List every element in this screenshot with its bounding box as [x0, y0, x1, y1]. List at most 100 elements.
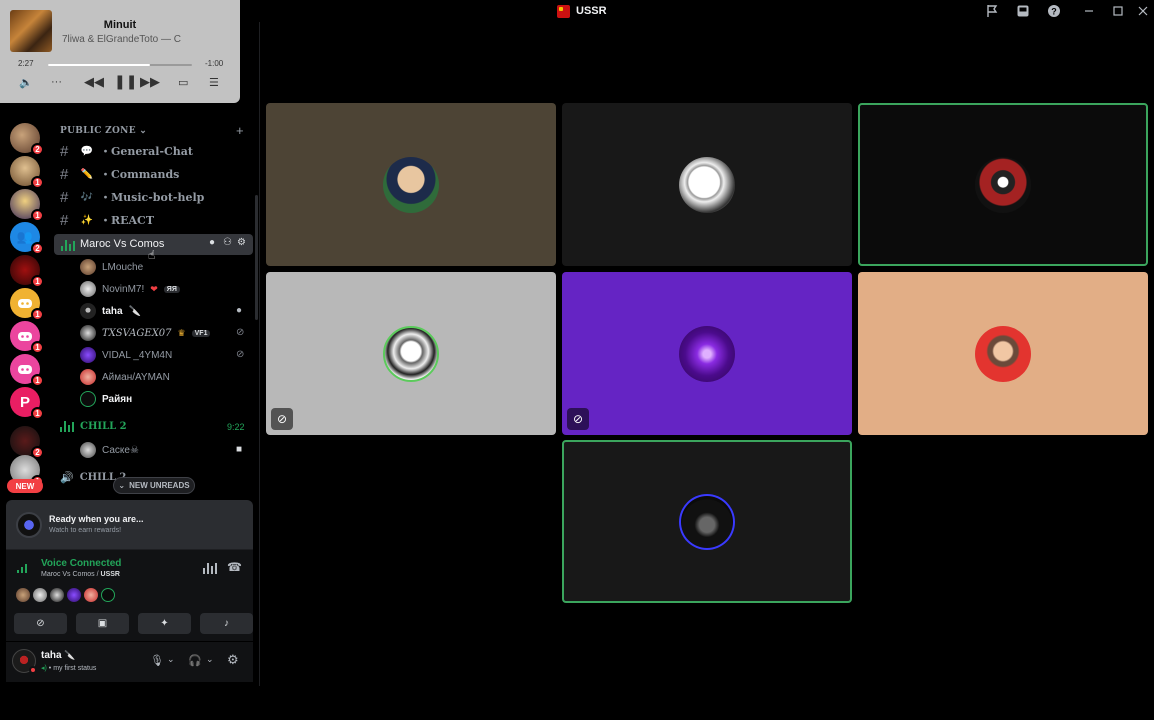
user-name[interactable]: taha 🔪: [41, 650, 76, 661]
channel-name: ・Music-bot-help: [100, 191, 205, 204]
participant-tile[interactable]: [266, 103, 556, 266]
lyrics-icon[interactable]: ▭: [178, 76, 188, 89]
minimize-icon[interactable]: [1081, 3, 1097, 19]
avatar: [80, 347, 96, 363]
inbox-icon[interactable]: [1015, 3, 1031, 19]
server-icon[interactable]: 👥 2: [10, 222, 44, 255]
avatar[interactable]: [50, 588, 64, 602]
participant-tile[interactable]: ⊘: [562, 272, 852, 435]
user-status[interactable]: ◂) • my first status: [41, 664, 96, 672]
chevron-down-icon[interactable]: ⌄: [167, 654, 175, 665]
voice-user[interactable]: taha 🔪: [80, 302, 141, 320]
voice-user[interactable]: Айман/AYMAN: [80, 368, 170, 386]
server-icon[interactable]: 1: [10, 189, 44, 222]
song-artist: 7liwa & ElGrandeToto — C: [62, 34, 181, 45]
new-unreads-button[interactable]: ⌄ NEW UNREADS: [113, 477, 195, 494]
server-icon[interactable]: 1: [10, 156, 44, 189]
voice-status[interactable]: Voice Connected: [41, 558, 121, 569]
soundboard-button[interactable]: ♪: [200, 613, 253, 634]
voice-user[interactable]: Саске☠: [80, 441, 139, 459]
participant-tile[interactable]: [858, 272, 1148, 435]
category-header[interactable]: PUBLIC ZONE ⌄: [60, 126, 147, 136]
avatar: [975, 325, 1031, 382]
queue-icon[interactable]: ☰: [209, 76, 219, 89]
hash-icon: #: [60, 211, 69, 229]
activities-button[interactable]: ✦: [138, 613, 191, 634]
channel-react[interactable]: # ✨ ・REACT: [60, 210, 154, 230]
gear-icon[interactable]: ⚙: [227, 652, 239, 668]
next-icon[interactable]: ▶▶: [140, 74, 160, 90]
add-channel-button[interactable]: +: [236, 123, 244, 138]
unread-badge: 1: [31, 407, 44, 420]
server-icon[interactable]: 2: [10, 426, 44, 459]
avatar[interactable]: [67, 588, 81, 602]
chat-bubble-icon[interactable]: ●: [209, 238, 219, 248]
avatar: [975, 156, 1031, 213]
media-player: Minuit 7liwa & ElGrandeToto — C 2:27 -1:…: [0, 0, 240, 103]
server-icon[interactable]: 1: [10, 288, 44, 321]
window-title-text: USSR: [576, 5, 607, 17]
volume-icon[interactable]: 🔈: [19, 76, 33, 89]
server-icon[interactable]: P 1: [10, 387, 44, 420]
voice-channel-name: CHILL 2: [80, 420, 127, 432]
voice-user[interactable]: LMouche: [80, 258, 143, 276]
gear-icon[interactable]: ⚙: [237, 238, 247, 248]
avatar[interactable]: [101, 588, 115, 602]
pause-icon[interactable]: ❚❚: [114, 73, 137, 90]
signal-icon[interactable]: [16, 560, 32, 576]
chevron-down-icon[interactable]: ⌄: [206, 654, 214, 665]
close-icon[interactable]: [1135, 3, 1151, 19]
more-options-icon[interactable]: ···: [51, 76, 62, 88]
participant-tile[interactable]: [562, 103, 852, 266]
channel-scrollbar[interactable]: [255, 195, 258, 320]
mic-icon[interactable]: 🎙: [150, 654, 164, 667]
unread-badge: 1: [31, 341, 44, 354]
noise-suppression-icon[interactable]: [203, 562, 217, 574]
channel-general-chat[interactable]: # 💬 ・General-Chat: [60, 141, 193, 161]
quest-reward-card[interactable]: Ready when you are... Watch to earn rewa…: [6, 500, 253, 549]
voice-user[interactable]: Райян: [80, 390, 132, 408]
server-icon[interactable]: 1: [10, 354, 44, 387]
disconnect-icon[interactable]: ☎: [227, 560, 242, 574]
voice-user-name: NovinM7!: [102, 283, 145, 295]
avatar[interactable]: [33, 588, 47, 602]
voice-user-name: VIDAL _4YM4N: [102, 349, 173, 361]
maximize-icon[interactable]: [1110, 3, 1126, 19]
channel-emoji: 💬: [80, 145, 94, 157]
participant-tile-speaking[interactable]: [858, 103, 1148, 266]
voice-location[interactable]: Maroc Vs Comos / USSR: [41, 571, 120, 578]
participant-tile[interactable]: ⊘: [266, 272, 556, 435]
progress-track[interactable]: [48, 64, 192, 66]
voice-user[interactable]: VIDAL _4YM4N: [80, 346, 172, 364]
muted-icon: ⊘: [271, 408, 293, 430]
voice-user[interactable]: TXSVAGEX07 ♛ VF1: [80, 324, 211, 342]
voice-wave-icon: [61, 239, 75, 251]
voice-user[interactable]: NovinM7! ❤ ЯЯ: [80, 280, 180, 298]
channel-emoji: ✏️: [80, 168, 94, 180]
muted-icon: ⊘: [236, 349, 245, 360]
help-icon[interactable]: ?: [1046, 3, 1062, 19]
voice-channel-chill-2[interactable]: CHILL 2: [60, 420, 127, 432]
screen-share-button[interactable]: ▣: [76, 613, 129, 634]
channel-commands[interactable]: # ✏️ ・Commands: [60, 164, 179, 184]
previous-icon[interactable]: ◀◀: [84, 74, 104, 90]
server-icon[interactable]: 1: [10, 255, 44, 288]
new-pill[interactable]: NEW: [7, 479, 43, 493]
soundboard-icon: ♪: [224, 618, 229, 629]
new-unreads-label: NEW UNREADS: [129, 481, 190, 490]
mouse-cursor-icon: ☝: [148, 248, 156, 262]
user-emoji: 🔪: [128, 305, 142, 317]
flag-icon[interactable]: [984, 3, 1000, 19]
participant-tile-speaking[interactable]: [562, 440, 852, 603]
server-icon[interactable]: 2: [10, 123, 44, 156]
invite-icon[interactable]: ⚇: [223, 238, 233, 248]
headphones-icon[interactable]: 🎧: [188, 654, 202, 667]
server-icon[interactable]: 1: [10, 321, 44, 354]
avatar: [80, 259, 96, 275]
camera-off-button[interactable]: ⊘: [14, 613, 67, 634]
avatar: [80, 281, 96, 297]
channel-music-bot-help[interactable]: # 🎶 ・Music-bot-help: [60, 187, 204, 207]
avatar[interactable]: [16, 588, 30, 602]
avatar[interactable]: [84, 588, 98, 602]
unread-badge: 2: [31, 242, 44, 255]
